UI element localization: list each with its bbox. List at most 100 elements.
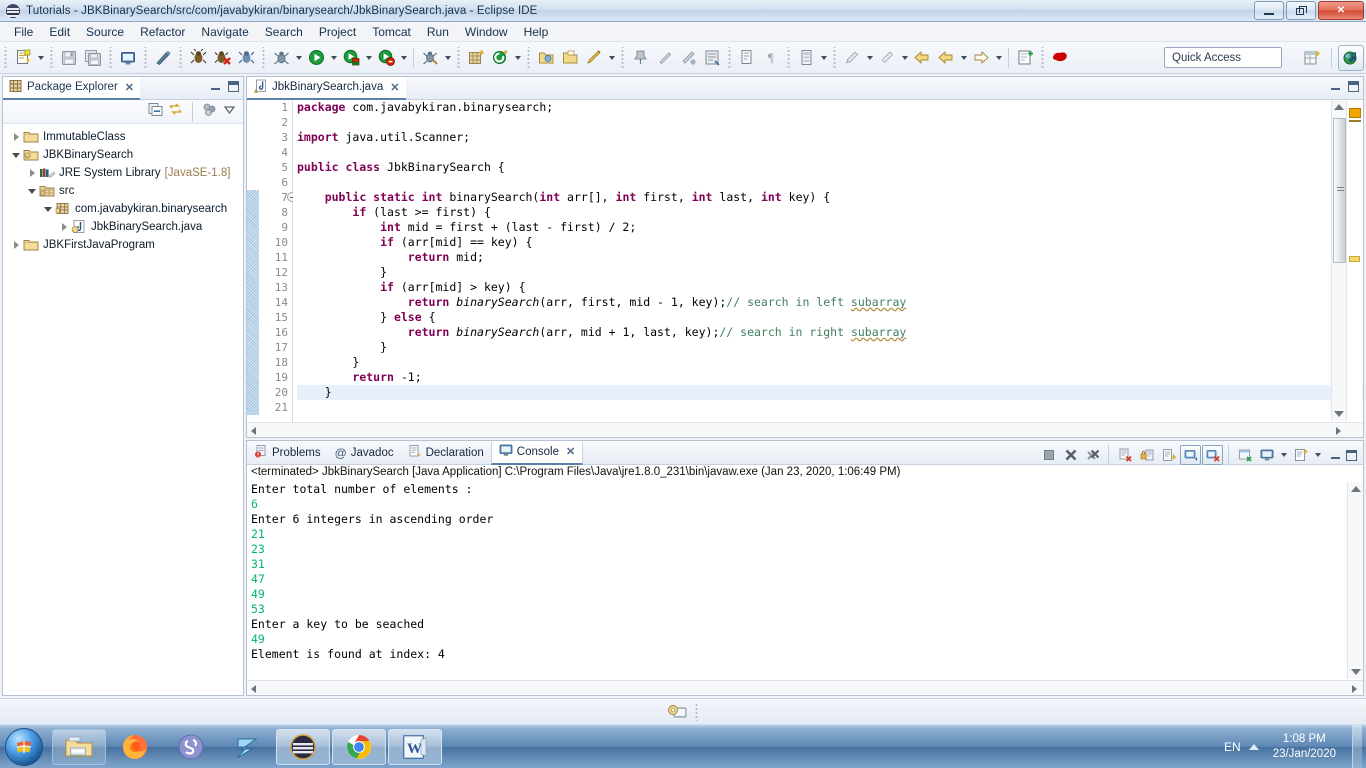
maximize-icon[interactable] [1348,81,1359,92]
code-line[interactable]: import java.util.Scanner; [297,130,1363,145]
ant-alt-icon[interactable] [234,46,258,70]
maximize-icon[interactable] [1346,450,1357,461]
previous-edit-icon[interactable] [840,46,864,70]
toolbar-grip-4[interactable] [142,47,149,69]
code-line[interactable]: return binarySearch(arr, first, mid - 1,… [297,295,1363,310]
scroll-left-arrow[interactable] [251,685,256,693]
toolbar-grip-9[interactable] [619,47,626,69]
run-icon[interactable] [304,46,328,70]
taskbar-eclipse[interactable] [276,729,330,765]
new-console-wizard-icon[interactable] [1290,445,1311,465]
maximize-icon[interactable] [228,81,239,92]
code-line[interactable]: } [297,265,1363,280]
java-perspective-icon[interactable] [1338,45,1364,71]
console-dropdown-arrow[interactable] [1278,443,1289,467]
search-icon[interactable] [735,46,759,70]
overview-warning-mark[interactable] [1349,108,1361,118]
close-icon[interactable]: ✕ [390,81,399,94]
editor-vertical-scrollbar[interactable] [1331,100,1346,421]
view-menu-icon[interactable] [222,102,237,122]
console-output[interactable]: Enter total number of elements : 6Enter … [247,482,1347,679]
view-menu-filter-icon[interactable] [202,102,217,122]
scroll-down-arrow[interactable] [1351,669,1361,675]
code-line[interactable]: return mid; [297,250,1363,265]
forward-dropdown-arrow[interactable] [993,46,1004,70]
back-icon[interactable] [910,46,934,70]
chevron-right-icon[interactable] [57,218,71,236]
console-horizontal-scrollbar[interactable] [247,680,1363,695]
link-with-editor-icon[interactable] [168,102,183,122]
start-button[interactable] [2,727,46,767]
taskbar-chrome[interactable] [332,729,386,765]
toolbar-grip-12[interactable] [831,47,838,69]
tomcat-start-icon[interactable] [339,46,363,70]
open-console-icon[interactable] [1234,445,1255,465]
tree-item-src[interactable]: src [3,182,243,200]
taskbar-utorrent[interactable] [220,729,274,765]
tab-package-explorer[interactable]: Package Explorer ✕ [3,77,140,100]
toolbar-grip-3[interactable] [107,47,114,69]
chevron-right-icon[interactable] [9,236,23,254]
scroll-down-arrow[interactable] [1334,411,1344,417]
tab-declaration[interactable]: Declaration [401,441,491,465]
window-minimize-button[interactable] [1254,1,1284,20]
display-selected-console-icon[interactable] [1202,445,1223,465]
edit-dropdown-arrow[interactable] [606,46,617,70]
next-annotation-icon[interactable] [676,46,700,70]
editor-overview-ruler[interactable] [1346,100,1362,421]
editor-marker-bar[interactable] [247,100,259,437]
taskbar-word[interactable]: W [388,729,442,765]
debug-ant-icon[interactable] [186,46,210,70]
menu-window[interactable]: Window [457,23,516,41]
ant-error-icon[interactable] [210,46,234,70]
editor-scroll-thumb[interactable] [1333,118,1346,263]
window-restore-button[interactable] [1286,1,1316,20]
show-hidden-icons-arrow[interactable] [1249,744,1259,750]
code-line[interactable]: } [297,385,1363,400]
jboss-icon[interactable] [1048,46,1072,70]
tree-item-package-com-javabykiran-binarysearch[interactable]: com.javabykiran.binarysearch [3,200,243,218]
show-desktop-button[interactable] [1352,725,1362,768]
minimize-icon[interactable] [210,81,221,92]
chevron-down-icon[interactable] [41,200,55,218]
new-java-package-icon[interactable] [464,46,488,70]
toolbar-grip-13[interactable] [1039,47,1046,69]
toolbar-grip-2[interactable] [48,47,55,69]
taskbar-file-explorer[interactable] [52,729,106,765]
save-icon[interactable] [57,46,81,70]
tree-item-jbkbinarysearch[interactable]: JBKBinarySearch [3,146,243,164]
close-icon[interactable]: ✕ [125,81,134,94]
code-line[interactable]: public static int binarySearch(int arr[]… [297,190,1363,205]
tomcat-stop-icon[interactable] [374,46,398,70]
chevron-right-icon[interactable] [9,128,23,146]
next-edit-icon[interactable] [875,46,899,70]
open-type-icon[interactable] [534,46,558,70]
code-line[interactable]: if (arr[mid] == key) { [297,235,1363,250]
back-alt-icon[interactable] [934,46,958,70]
code-line[interactable] [297,145,1363,160]
quick-access-input[interactable]: Quick Access [1164,47,1282,68]
scroll-up-arrow[interactable] [1334,104,1344,110]
tree-item-jbkbinarysearch-java[interactable]: JbkBinarySearch.java [3,218,243,236]
previous-annotation-icon[interactable] [652,46,676,70]
menu-search[interactable]: Search [257,23,311,41]
back-dropdown-arrow[interactable] [958,46,969,70]
tab-javadoc[interactable]: @ Javadoc [328,441,401,465]
code-line[interactable]: return -1; [297,370,1363,385]
scroll-right-arrow[interactable] [1352,685,1357,693]
code-line[interactable]: } else { [297,310,1363,325]
external-tools-icon[interactable] [418,46,442,70]
tree-item-immutableclass[interactable]: ImmutableClass [3,128,243,146]
edit-icon[interactable] [582,46,606,70]
last-edit-icon[interactable] [700,46,724,70]
forward-icon[interactable] [969,46,993,70]
toolbar-grip-8[interactable] [525,47,532,69]
code-line[interactable]: public class JbkBinarySearch { [297,160,1363,175]
code-line[interactable]: int mid = first + (last - first) / 2; [297,220,1363,235]
breadcrumb-dropdown-arrow[interactable] [818,46,829,70]
minimize-icon[interactable] [1330,450,1341,461]
taskbar-silverlight[interactable] [164,729,218,765]
menu-navigate[interactable]: Navigate [193,23,256,41]
pin-console-icon[interactable] [1180,445,1201,465]
remove-launch-icon[interactable] [1060,445,1081,465]
